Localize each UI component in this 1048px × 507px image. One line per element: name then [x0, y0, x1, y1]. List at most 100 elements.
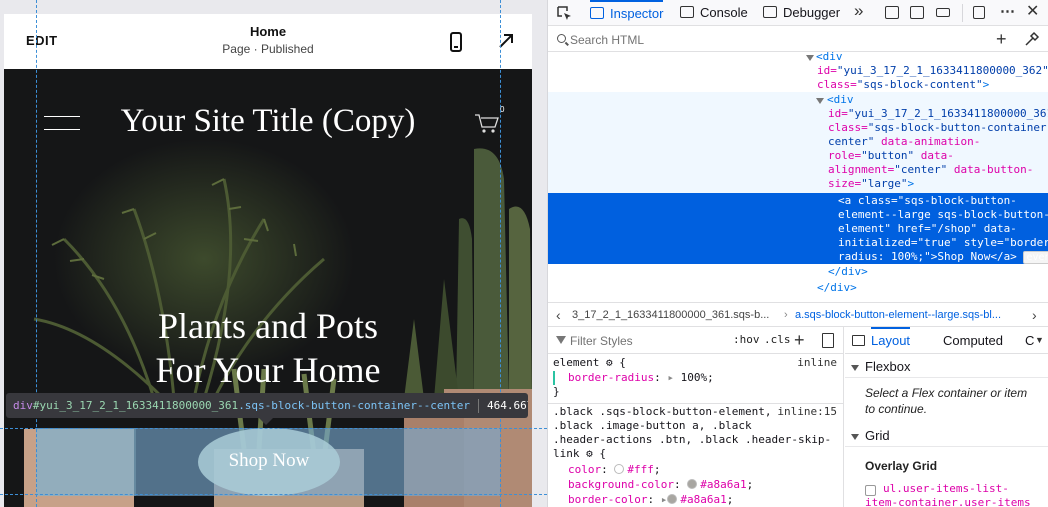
tab-console[interactable]: Console	[680, 0, 748, 26]
element-picker-icon[interactable]	[556, 5, 572, 21]
rule-source[interactable]: inline:15	[777, 405, 837, 418]
performance-icon[interactable]	[936, 8, 950, 17]
tab-computed[interactable]: Computed	[943, 327, 1003, 354]
markup-line[interactable]: size="large">	[828, 177, 914, 191]
markup-line[interactable]: center" data-animation-	[828, 135, 980, 149]
markup-line[interactable]: role="button" data-	[828, 149, 954, 163]
rule-source[interactable]: inline	[797, 356, 837, 369]
declaration[interactable]: border-radius: ▸ 100%;	[568, 371, 714, 386]
declaration[interactable]: background-color: #a8a6a1;	[568, 478, 753, 493]
print-media-icon[interactable]	[822, 333, 834, 348]
site-title[interactable]: Your Site Title (Copy)	[4, 103, 532, 140]
editor-toolbar: EDIT Home Page · Published	[4, 14, 532, 69]
debugger-icon	[763, 6, 777, 18]
toolbar-divider	[962, 4, 963, 22]
grid-section-header[interactable]: Grid	[845, 425, 1048, 447]
breadcrumb-item[interactable]: 3_17_2_1_1633411800000_361.sqs-b...	[572, 303, 782, 327]
close-icon[interactable]: ✕	[1026, 1, 1039, 21]
selected-node[interactable]: <a class="sqs-block-button- element--lar…	[548, 193, 1048, 264]
add-rule-button[interactable]: +	[794, 327, 805, 354]
rules-panel: :hov .cls + element ⚙ { inline border-ra…	[548, 327, 844, 507]
changed-indicator	[553, 371, 555, 385]
markup-line: initialized="true" style="border-	[838, 236, 1048, 249]
add-node-button[interactable]: +	[996, 29, 1007, 50]
guide-line	[0, 428, 547, 429]
rule-selector[interactable]: .black .image-button a, .black	[553, 419, 752, 434]
color-swatch-icon[interactable]	[687, 479, 698, 489]
overlay-grid-item[interactable]: item-container.user-items	[865, 496, 1031, 507]
layout-sidebar: Layout Computed C ▼ Flexbox Select a Fle…	[845, 327, 1048, 507]
more-tabs-icon[interactable]: »	[854, 1, 863, 21]
cart-icon[interactable]	[474, 111, 500, 135]
markup-line[interactable]: class="sqs-block-content">	[817, 78, 989, 92]
gear-icon[interactable]: ⚙	[586, 447, 593, 460]
breadcrumb-item-selected[interactable]: a.sqs-block-button-element--large.sqs-bl…	[795, 303, 1025, 327]
markup-line[interactable]: </div>	[828, 265, 868, 279]
eyedropper-icon[interactable]	[1024, 31, 1040, 47]
declaration[interactable]: border-color: ▸ #a8a6a1;	[568, 493, 733, 507]
breadcrumb-separator-icon: ›	[784, 309, 788, 321]
toggle-sidebar-icon[interactable]	[852, 335, 865, 346]
infobar-id: #yui_3_17_2_1_1633411800000_361	[32, 399, 239, 412]
overlay-grid-title: Overlay Grid	[865, 459, 938, 473]
search-icon	[557, 34, 566, 43]
mobile-preview-icon[interactable]	[450, 32, 462, 52]
rule-selector[interactable]: element ⚙ {	[553, 356, 626, 371]
site-preview: EDIT Home Page · Published Your Site Tit…	[0, 0, 547, 507]
infobar-dimensions: 464.667 × 67.9667	[486, 399, 528, 412]
filter-styles-input[interactable]	[570, 332, 720, 349]
expand-icon[interactable]: ▸	[667, 371, 674, 384]
markup-line[interactable]: <div	[827, 93, 854, 107]
rules-toolbar: :hov .cls +	[548, 327, 844, 354]
overlay-grid-checkbox[interactable]	[865, 485, 876, 496]
declaration[interactable]: color: #fff;	[568, 463, 661, 478]
overlay-grid-item[interactable]: ul.user-items-list-	[883, 482, 1009, 496]
expand-icon[interactable]: ▸	[661, 493, 668, 506]
markup-line[interactable]: <div	[816, 52, 843, 64]
chevron-down-icon[interactable]: ▼	[1035, 335, 1044, 345]
markup-line: element--large sqs-block-button-	[838, 208, 1048, 221]
breadcrumb-scroll-left-icon[interactable]: ‹	[556, 303, 561, 327]
hero-heading-line-2: For Your Home	[155, 350, 381, 390]
rule-selector[interactable]: .header-actions .btn, .black .header-ski…	[553, 433, 831, 448]
tab-inspector[interactable]: Inspector	[590, 0, 664, 26]
node-infobar: div#yui_3_17_2_1_1633411800000_361.sqs-b…	[6, 393, 528, 418]
infobar-class: .sqs-block-button-container--center	[238, 399, 470, 412]
search-html-input[interactable]	[570, 30, 970, 49]
guide-line	[0, 494, 547, 495]
markup-line[interactable]: id="yui_3_17_2_1_1633411800000_362"	[817, 64, 1048, 78]
devtools-toolbar: Inspector Console Debugger » ⋯ ✕	[548, 0, 1048, 26]
hover-state-toggle[interactable]: :hov	[733, 333, 760, 346]
class-toggle[interactable]: .cls	[764, 333, 791, 346]
markup-line[interactable]: id="yui_3_17_2_1_1633411800000_361	[828, 107, 1048, 121]
tab-layout[interactable]: Layout	[871, 327, 911, 354]
collapse-twisty-icon[interactable]	[806, 55, 814, 61]
rule-selector[interactable]: link ⚙ {	[553, 447, 606, 462]
options-menu-icon[interactable]: ⋯	[1000, 2, 1015, 20]
color-swatch-icon[interactable]	[667, 494, 678, 504]
markup-line[interactable]: </div>	[817, 281, 857, 295]
breadcrumb: ‹ 3_17_2_1_1633411800000_361.sqs-b... › …	[548, 302, 1048, 327]
shop-now-button[interactable]: Shop Now	[198, 428, 340, 496]
markup-line[interactable]: alignment="center" data-button-	[828, 163, 1033, 177]
event-badge[interactable]: event	[1023, 251, 1048, 264]
infobar-tag: div	[13, 399, 33, 412]
dock-side-icon[interactable]	[973, 6, 985, 19]
flexbox-section-header[interactable]: Flexbox	[845, 356, 1048, 378]
markup-line: radius: 100%;">Shop Now</a> event	[838, 250, 1048, 264]
filter-icon	[556, 336, 566, 344]
highlight-padding	[36, 428, 136, 496]
infobar-separator	[477, 399, 479, 413]
markup-view[interactable]: <div id="yui_3_17_2_1_1633411800000_362"…	[548, 52, 1048, 302]
style-editor-icon[interactable]	[885, 6, 899, 19]
storage-icon[interactable]	[910, 6, 924, 19]
tab-debugger[interactable]: Debugger	[763, 0, 840, 26]
rule-selector[interactable]: .black .sqs-block-button-element,	[553, 405, 772, 420]
gear-icon[interactable]: ⚙	[606, 356, 613, 369]
tab-changes[interactable]: C	[1025, 327, 1034, 354]
collapse-twisty-icon[interactable]	[816, 98, 824, 104]
color-swatch-icon[interactable]	[614, 464, 625, 474]
breadcrumb-scroll-right-icon[interactable]: ›	[1032, 303, 1037, 327]
guide-line	[500, 0, 501, 507]
markup-line[interactable]: class="sqs-block-button-container-	[828, 121, 1048, 135]
